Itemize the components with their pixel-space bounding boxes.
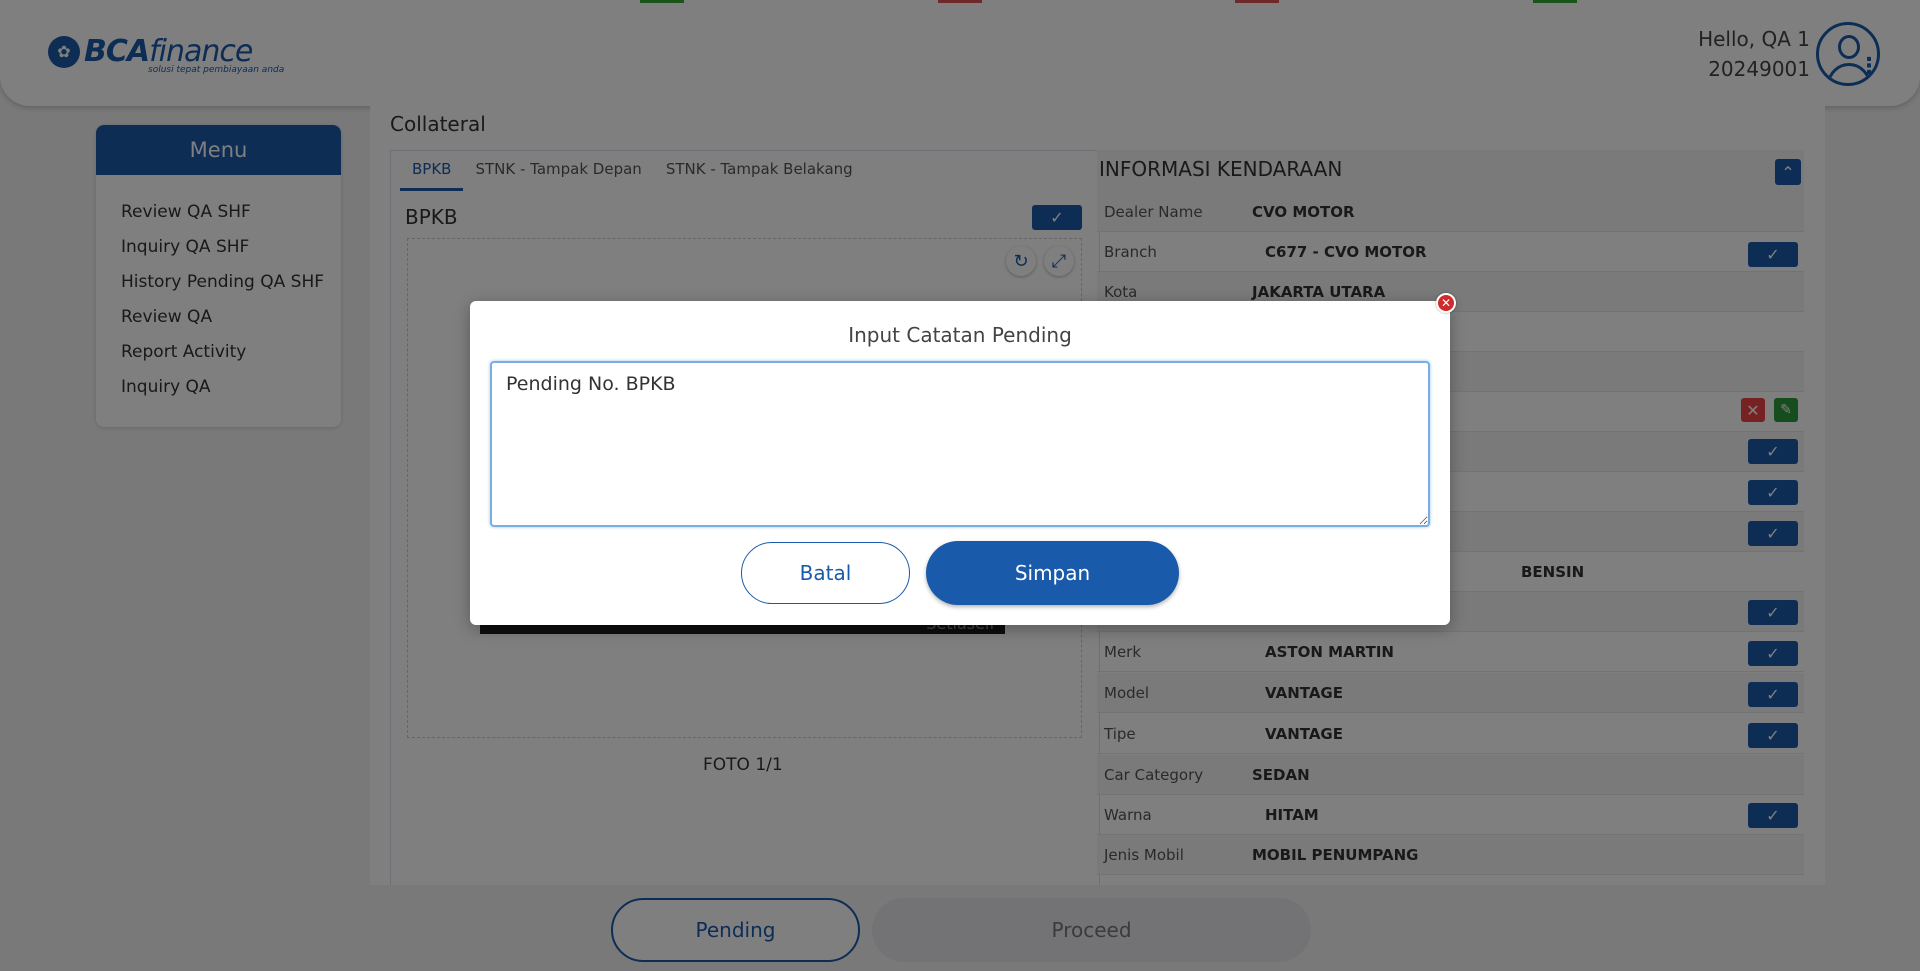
close-icon: ✕ (1440, 296, 1452, 310)
save-button[interactable]: Simpan (926, 541, 1179, 605)
modal-close-button[interactable]: ✕ (1436, 293, 1456, 313)
modal-title: Input Catatan Pending (848, 323, 1072, 347)
pending-note-modal: Input Catatan Pending Pending No. BPKB B… (470, 301, 1450, 625)
pending-note-textarea[interactable]: Pending No. BPKB (490, 361, 1430, 527)
cancel-button[interactable]: Batal (741, 542, 910, 604)
